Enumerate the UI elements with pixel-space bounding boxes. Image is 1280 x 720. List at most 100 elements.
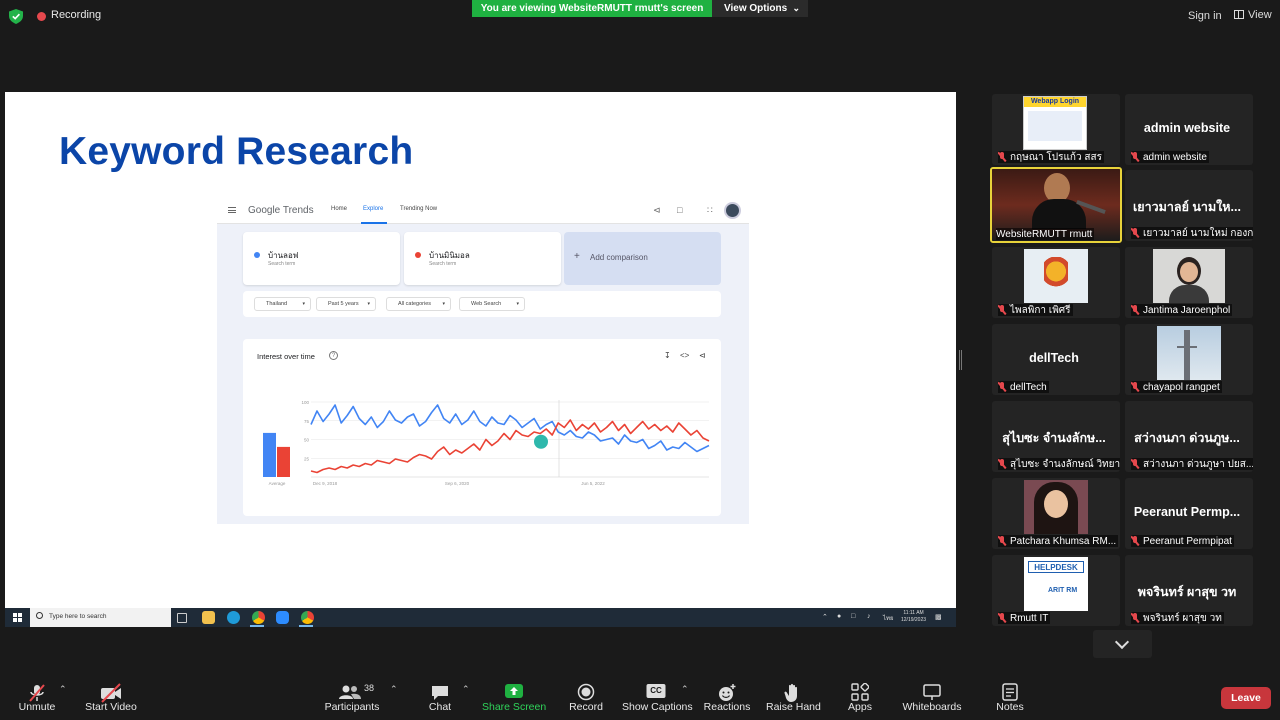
participant-tile[interactable]: Peeranut Permp... Peeranut Permpipat: [1125, 478, 1253, 549]
participant-tile[interactable]: Webapp Login กฤษณา โปรแก้ว สสร: [992, 94, 1120, 165]
view-options-label: View Options: [724, 3, 788, 14]
leave-button[interactable]: Leave: [1221, 687, 1271, 709]
trends-logo-text: Google Trends: [248, 205, 314, 216]
show-captions-button[interactable]: CC Show Captions: [622, 681, 693, 717]
view-options-button[interactable]: View Options ⌄: [712, 0, 808, 17]
active-app-indicator: [250, 625, 264, 627]
unmute-button[interactable]: Unmute: [12, 681, 62, 717]
caret-down-icon: ▾: [367, 301, 370, 307]
participant-name: Jantima Jaroenphol: [1131, 304, 1233, 316]
filter-label: Past 5 years: [328, 301, 359, 307]
filter-category: All categories ▾: [386, 297, 451, 311]
meeting-top-bar: Recording You are viewing WebsiteRMUTT r…: [0, 0, 1280, 34]
participant-tile[interactable]: ไพลพิกา เพิ่ศรี: [992, 247, 1120, 318]
gallery-next-page-button[interactable]: [1093, 630, 1152, 658]
participant-name-label: Patchara Khumsa RM...: [1010, 535, 1117, 547]
apps-grid-icon: ∷: [707, 205, 713, 215]
recording-label[interactable]: Recording: [51, 9, 101, 21]
helpdesk-logo-text: HELPDESK: [1028, 561, 1084, 573]
record-button[interactable]: Record: [566, 681, 606, 717]
caret-down-icon: ▾: [302, 301, 305, 307]
participant-tile[interactable]: HELPDESK ARIT RM Rmutt IT: [992, 555, 1120, 626]
gallery-splitter-handle[interactable]: [959, 350, 962, 370]
feedback-icon: □: [677, 205, 683, 215]
video-off-icon: [101, 683, 121, 703]
notes-label: Notes: [996, 701, 1024, 713]
notes-icon: [1002, 683, 1018, 701]
apps-button[interactable]: Apps: [840, 681, 880, 717]
participant-name-label: dellTech: [1010, 381, 1047, 393]
participant-tile[interactable]: dellTech dellTech: [992, 324, 1120, 395]
windows-start-icon: [13, 613, 22, 622]
series-line-2: [310, 419, 710, 474]
participant-name: สุไบซะ จำนงลักษณ์ วิทยา...: [998, 458, 1120, 470]
participant-tile[interactable]: Jantima Jaroenphol: [1125, 247, 1253, 318]
notes-button[interactable]: Notes: [990, 681, 1030, 717]
participant-name-label: chayapol rangpet: [1143, 381, 1220, 393]
participant-display-name: พจรินทร์ ผาสุข วท: [1137, 585, 1237, 599]
mic-muted-icon: [998, 382, 1006, 392]
participant-name-label: ไพลพิกา เพิ่ศรี: [1010, 304, 1071, 316]
filter-label: Web Search: [471, 301, 502, 307]
task-view-icon: [177, 613, 187, 623]
audio-options-caret-icon[interactable]: ⌃: [59, 684, 67, 695]
view-button[interactable]: View: [1234, 9, 1272, 21]
participant-tile[interactable]: Patchara Khumsa RM...: [992, 478, 1120, 549]
chevron-down-icon: ⌄: [792, 3, 800, 13]
participant-photo: [1157, 326, 1221, 380]
apps-icon: [851, 683, 869, 701]
closed-captions-icon: CC: [646, 684, 666, 698]
participant-name: สว่างนภา ด่วนภูษา ปยส...: [1131, 458, 1253, 470]
share-screen-button[interactable]: Share Screen: [482, 681, 546, 717]
participant-name-label: สุไบซะ จำนงลักษณ์ วิทยา...: [1010, 458, 1120, 470]
whiteboard-icon: [923, 684, 941, 700]
record-label: Record: [569, 701, 603, 713]
participant-name-label: WebsiteRMUTT rmutt: [996, 228, 1093, 240]
participant-tile[interactable]: สว่างนภา ด่วนภูษ... สว่างนภา ด่วนภูษา ปย…: [1125, 401, 1253, 472]
y-tick-label: 100: [301, 400, 309, 405]
participant-display-name: admin website: [1143, 121, 1231, 135]
participant-tile[interactable]: เยาวมาลย์ นามให... เยาวมาลย์ นามใหม่ กอง…: [1125, 170, 1253, 241]
start-video-button[interactable]: Start Video: [82, 681, 140, 717]
participant-tile[interactable]: admin website admin website: [1125, 94, 1253, 165]
chat-bubble-icon: [432, 686, 448, 700]
participant-display-name: dellTech: [1029, 351, 1079, 365]
whiteboards-button[interactable]: Whiteboards: [900, 681, 964, 717]
participants-button[interactable]: 38 Participants: [324, 681, 380, 717]
helpdesk-logo-text2: ARIT RM: [1048, 587, 1078, 594]
microphone-muted-icon: [29, 684, 45, 702]
x-tick-label: Jun 5, 2022: [581, 481, 605, 486]
participant-tile[interactable]: พจรินทร์ ผาสุข วท พจรินทร์ ผาสุข วท: [1125, 555, 1253, 626]
caret-down-icon: ▾: [516, 301, 519, 307]
caret-down-icon: ▾: [442, 301, 445, 307]
chat-button[interactable]: Chat: [420, 681, 460, 717]
mic-muted-icon: [998, 459, 1006, 469]
reactions-button[interactable]: Reactions: [703, 681, 751, 717]
plus-icon: +: [574, 251, 580, 262]
participant-name-label: เยาวมาลย์ นามใหม่ กองก...: [1143, 227, 1253, 239]
language-indicator: ไทย: [883, 616, 894, 622]
chat-options-caret-icon[interactable]: ⌃: [462, 684, 470, 695]
chrome-icon: [301, 611, 314, 624]
viewing-screen-banner: You are viewing WebsiteRMUTT rmutt's scr…: [472, 0, 712, 17]
mic-muted-icon: [998, 152, 1006, 162]
participant-tile[interactable]: chayapol rangpet: [1125, 324, 1253, 395]
raise-hand-button[interactable]: Raise Hand: [766, 681, 821, 717]
participant-tile[interactable]: สุไบซะ จำนงลักษ... สุไบซะ จำนงลักษณ์ วิท…: [992, 401, 1120, 472]
encryption-shield-icon[interactable]: [9, 9, 23, 24]
microphone-tray-icon: ●: [837, 613, 842, 620]
participants-options-caret-icon[interactable]: ⌃: [390, 684, 398, 695]
participant-tile-active-speaker[interactable]: WebsiteRMUTT rmutt: [990, 167, 1122, 243]
share-screen-label: Share Screen: [482, 701, 547, 713]
view-layout-icon: [1234, 10, 1244, 19]
filter-label: Thailand: [266, 301, 288, 307]
taskbar-search-box: Type here to search: [30, 608, 171, 627]
show-captions-label: Show Captions: [622, 701, 693, 713]
sign-in-button[interactable]: Sign in: [1188, 10, 1222, 22]
record-icon: [577, 683, 595, 701]
captions-options-caret-icon[interactable]: ⌃: [681, 684, 689, 695]
filter-label: All categories: [398, 301, 432, 307]
y-tick-label: 50: [304, 438, 310, 443]
average-bar: [263, 432, 276, 477]
participant-display-name: สุไบซะ จำนงลักษ...: [1002, 431, 1106, 445]
